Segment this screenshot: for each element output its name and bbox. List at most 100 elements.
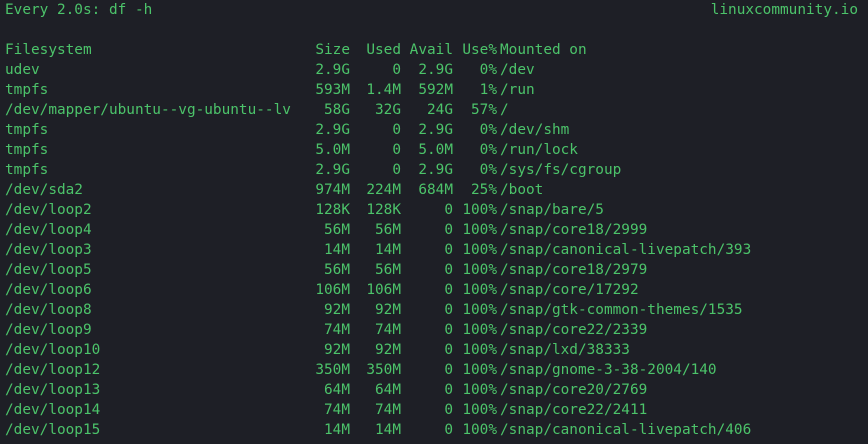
cell-used: 74M	[375, 402, 401, 418]
cell-mounted-on: /sys/fs/cgroup	[500, 162, 622, 178]
df-output-rows: udev 2.9G 0 2.9G 0%/dev tmpfs 593M 1.4M 592M 1%/r…	[5, 60, 868, 440]
cell-used: 64M	[375, 382, 401, 398]
cell-used: 0	[392, 142, 401, 158]
cell-avail: 0	[444, 222, 453, 238]
cell-mounted-on: /snap/core22/2339	[500, 322, 648, 338]
column-header-used: Used	[366, 42, 401, 58]
cell-avail: 0	[444, 382, 453, 398]
cell-mounted-on: /snap/core/17292	[500, 282, 639, 298]
cell-use-percent: 57%	[471, 102, 497, 118]
cell-size: 64M	[324, 382, 350, 398]
cell-filesystem: /dev/loop9	[5, 322, 92, 338]
cell-filesystem: /dev/loop10	[5, 342, 101, 358]
cell-filesystem: /dev/loop12	[5, 362, 101, 378]
cell-used: 0	[392, 162, 401, 178]
cell-mounted-on: /snap/canonical-livepatch/406	[500, 422, 752, 438]
cell-size: 58G	[324, 102, 350, 118]
cell-avail: 0	[444, 242, 453, 258]
table-row: /dev/loop2 128K 128K 0 100%/snap/bare/5	[5, 200, 868, 220]
cell-size: 106M	[315, 282, 350, 298]
cell-used: 106M	[366, 282, 401, 298]
cell-use-percent: 100%	[462, 242, 497, 258]
cell-size: 14M	[324, 242, 350, 258]
cell-avail: 5.0M	[418, 142, 453, 158]
cell-mounted-on: /snap/core18/2999	[500, 222, 648, 238]
table-row: /dev/loop13 64M 64M 0 100%/snap/core20/2769	[5, 380, 868, 400]
cell-filesystem: /dev/loop6	[5, 282, 92, 298]
cell-used: 0	[392, 62, 401, 78]
cell-use-percent: 100%	[462, 402, 497, 418]
cell-filesystem: tmpfs	[5, 162, 49, 178]
terminal-window[interactable]: Every 2.0s: df -h linuxcommunity.io File…	[0, 0, 868, 444]
table-row: /dev/sda2 974M 224M 684M 25%/boot	[5, 180, 868, 200]
table-row: /dev/loop10 92M 92M 0 100%/snap/lxd/38333	[5, 340, 868, 360]
cell-use-percent: 100%	[462, 382, 497, 398]
cell-mounted-on: /run/lock	[500, 142, 578, 158]
table-row: tmpfs 2.9G 0 2.9G 0%/dev/shm	[5, 120, 868, 140]
cell-used: 350M	[366, 362, 401, 378]
cell-use-percent: 100%	[462, 222, 497, 238]
cell-mounted-on: /dev	[500, 62, 535, 78]
cell-mounted-on: /snap/canonical-livepatch/393	[500, 242, 752, 258]
cell-size: 74M	[324, 322, 350, 338]
cell-used: 14M	[375, 422, 401, 438]
cell-avail: 2.9G	[418, 162, 453, 178]
cell-used: 56M	[375, 262, 401, 278]
cell-use-percent: 100%	[462, 262, 497, 278]
cell-use-percent: 0%	[479, 122, 497, 138]
cell-size: 56M	[324, 262, 350, 278]
table-row: /dev/loop5 56M 56M 0 100%/snap/core18/2979	[5, 260, 868, 280]
table-row: /dev/loop9 74M 74M 0 100%/snap/core22/2339	[5, 320, 868, 340]
column-header-avail: Avail	[409, 42, 453, 58]
cell-use-percent: 25%	[471, 182, 497, 198]
cell-mounted-on: /run	[500, 82, 535, 98]
cell-filesystem: /dev/loop15	[5, 422, 101, 438]
table-row: udev 2.9G 0 2.9G 0%/dev	[5, 60, 868, 80]
cell-size: 92M	[324, 302, 350, 318]
cell-avail: 0	[444, 342, 453, 358]
cell-use-percent: 100%	[462, 362, 497, 378]
cell-used: 1.4M	[366, 82, 401, 98]
cell-mounted-on: /dev/shm	[500, 122, 570, 138]
cell-mounted-on: /snap/gtk-common-themes/1535	[500, 302, 743, 318]
cell-filesystem: /dev/loop4	[5, 222, 92, 238]
cell-used: 56M	[375, 222, 401, 238]
cell-use-percent: 1%	[479, 82, 497, 98]
cell-avail: 0	[444, 362, 453, 378]
cell-used: 32G	[375, 102, 401, 118]
cell-use-percent: 100%	[462, 302, 497, 318]
cell-avail: 2.9G	[418, 62, 453, 78]
cell-mounted-on: /snap/bare/5	[500, 202, 604, 218]
cell-use-percent: 0%	[479, 162, 497, 178]
cell-mounted-on: /snap/core20/2769	[500, 382, 648, 398]
cell-avail: 0	[444, 422, 453, 438]
cell-used: 92M	[375, 342, 401, 358]
table-row: /dev/loop15 14M 14M 0 100%/snap/canonical-li…	[5, 420, 868, 440]
cell-size: 14M	[324, 422, 350, 438]
cell-used: 14M	[375, 242, 401, 258]
cell-avail: 0	[444, 282, 453, 298]
cell-avail: 24G	[427, 102, 453, 118]
cell-use-percent: 100%	[462, 322, 497, 338]
table-row: /dev/mapper/ubuntu--vg-ubuntu--lv 58G 32G 2…	[5, 100, 868, 120]
cell-used: 224M	[366, 182, 401, 198]
cell-filesystem: /dev/loop13	[5, 382, 101, 398]
cell-used: 92M	[375, 302, 401, 318]
cell-avail: 0	[444, 322, 453, 338]
cell-avail: 2.9G	[418, 122, 453, 138]
table-row: /dev/loop6 106M 106M 0 100%/snap/core/17292	[5, 280, 868, 300]
cell-mounted-on: /	[500, 102, 509, 118]
cell-filesystem: /dev/loop5	[5, 262, 92, 278]
cell-size: 5.0M	[315, 142, 350, 158]
table-header-row: Filesystem Size Used Avail Use% Mounted …	[5, 40, 868, 60]
cell-filesystem: /dev/loop3	[5, 242, 92, 258]
cell-used: 0	[392, 122, 401, 138]
cell-size: 350M	[315, 362, 350, 378]
table-row: /dev/loop8 92M 92M 0 100%/snap/gtk-common-th…	[5, 300, 868, 320]
cell-filesystem: /dev/loop2	[5, 202, 92, 218]
cell-filesystem: /dev/sda2	[5, 182, 83, 198]
cell-size: 593M	[315, 82, 350, 98]
cell-filesystem: udev	[5, 62, 40, 78]
cell-use-percent: 100%	[462, 202, 497, 218]
